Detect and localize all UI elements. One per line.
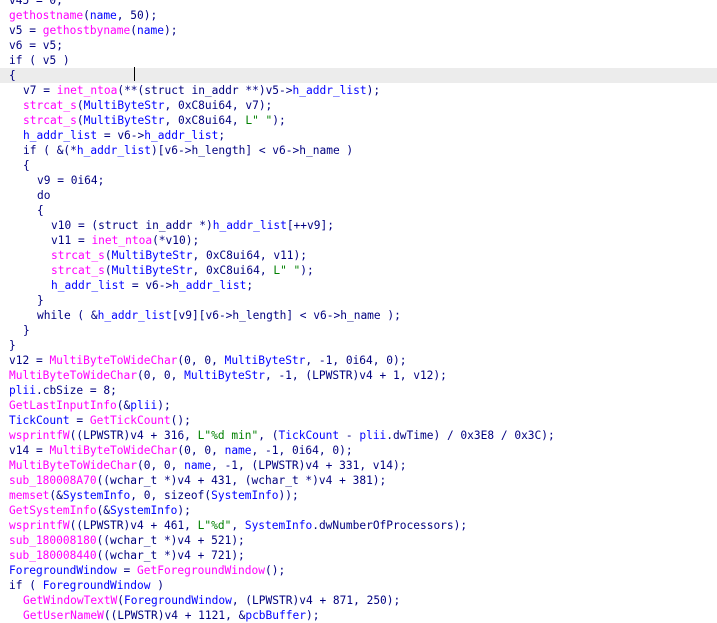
code-line[interactable]: while ( &h_addr_list[v9][v6->h_length] <… bbox=[37, 308, 401, 323]
code-line-text: } bbox=[23, 324, 30, 337]
code-line-text: v6 = v5; bbox=[9, 39, 63, 52]
code-line-text: v7 = inet_ntoa(**(struct in_addr **)v5->… bbox=[23, 84, 381, 97]
code-line-text: v14 = MultiByteToWideChar(0, 0, name, -1… bbox=[9, 444, 353, 457]
code-line-text: if ( ForegroundWindow ) bbox=[9, 579, 164, 592]
code-line-text: { bbox=[37, 204, 44, 217]
code-line-text: sub_180008180((wchar_t *)v4 + 521); bbox=[9, 534, 245, 547]
code-line-text: h_addr_list = v6->h_addr_list; bbox=[51, 279, 254, 292]
code-line-text: v10 = (struct in_addr *)h_addr_list[++v9… bbox=[51, 219, 334, 232]
code-line[interactable]: wsprintfW((LPWSTR)v4 + 316, L"%d min", (… bbox=[9, 428, 555, 443]
code-line-text: h_addr_list = v6->h_addr_list; bbox=[23, 129, 226, 142]
code-line-text: GetLastInputInfo(&plii); bbox=[9, 399, 171, 412]
code-line-text: sub_180008A70((wchar_t *)v4 + 431, (wcha… bbox=[9, 474, 387, 487]
code-line-text: TickCount = GetTickCount(); bbox=[9, 414, 191, 427]
code-line[interactable]: strcat_s(MultiByteStr, 0xC8ui64, v7); bbox=[23, 98, 272, 113]
code-line-text: GetWindowTextW(ForegroundWindow, (LPWSTR… bbox=[23, 594, 401, 607]
code-line[interactable]: memset(&SystemInfo, 0, sizeof(SystemInfo… bbox=[9, 488, 299, 503]
code-line[interactable]: if ( v5 ) bbox=[9, 53, 70, 68]
code-line[interactable]: } bbox=[9, 338, 16, 353]
code-line[interactable]: MultiByteToWideChar(0, 0, MultiByteStr, … bbox=[9, 368, 447, 383]
code-line-text: wsprintfW((LPWSTR)v4 + 316, L"%d min", (… bbox=[9, 429, 555, 442]
code-line-text: plii.cbSize = 8; bbox=[9, 384, 117, 397]
code-line-text: sub_180008440((wchar_t *)v4 + 721); bbox=[9, 549, 245, 562]
code-line-text: GetUserNameW((LPWSTR)v4 + 1121, &pcbBuff… bbox=[23, 609, 320, 622]
code-line-text: GetSystemInfo(&SystemInfo); bbox=[9, 504, 191, 517]
code-line[interactable]: wsprintfW((LPWSTR)v4 + 461, L"%d", Syste… bbox=[9, 518, 467, 533]
code-line[interactable]: plii.cbSize = 8; bbox=[9, 383, 117, 398]
code-line-text: MultiByteToWideChar(0, 0, name, -1, (LPW… bbox=[9, 459, 407, 472]
code-line[interactable]: h_addr_list = v6->h_addr_list; bbox=[51, 278, 253, 293]
code-line[interactable]: strcat_s(MultiByteStr, 0xC8ui64, v11); bbox=[51, 248, 307, 263]
code-line-text: v9 = 0i64; bbox=[37, 174, 105, 187]
code-line[interactable]: sub_180008180((wchar_t *)v4 + 521); bbox=[9, 533, 245, 548]
code-line[interactable]: v6 = v5; bbox=[9, 38, 63, 53]
code-line-text: v5 = gethostbyname(name); bbox=[9, 24, 178, 37]
code-line-text: } bbox=[9, 339, 16, 352]
code-line[interactable]: v12 = MultiByteToWideChar(0, 0, MultiByt… bbox=[9, 353, 406, 368]
code-line[interactable]: } bbox=[23, 323, 30, 338]
code-line[interactable]: strcat_s(MultiByteStr, 0xC8ui64, L" "); bbox=[23, 113, 286, 128]
code-line-text: ForegroundWindow = GetForegroundWindow()… bbox=[9, 564, 286, 577]
code-line-text: strcat_s(MultiByteStr, 0xC8ui64, L" "); bbox=[23, 114, 286, 127]
code-line[interactable]: v9 = 0i64; bbox=[37, 173, 104, 188]
code-line-text: wsprintfW((LPWSTR)v4 + 461, L"%d", Syste… bbox=[9, 519, 468, 532]
code-line[interactable]: { bbox=[0, 68, 717, 83]
code-line[interactable]: v11 = inet_ntoa(*v10); bbox=[51, 233, 199, 248]
code-line-text: strcat_s(MultiByteStr, 0xC8ui64, v7); bbox=[23, 99, 273, 112]
code-line-text: strcat_s(MultiByteStr, 0xC8ui64, L" "); bbox=[51, 264, 314, 277]
code-line-text: v45 = 0; bbox=[9, 0, 63, 7]
code-line[interactable]: v5 = gethostbyname(name); bbox=[9, 23, 177, 38]
code-line[interactable]: sub_180008440((wchar_t *)v4 + 721); bbox=[9, 548, 245, 563]
code-line[interactable]: if ( &(*h_addr_list)[v6->h_length] < v6-… bbox=[23, 143, 353, 158]
code-line[interactable]: v45 = 0; bbox=[9, 0, 63, 8]
code-line[interactable]: { bbox=[37, 203, 44, 218]
code-line[interactable]: sub_180008A70((wchar_t *)v4 + 431, (wcha… bbox=[9, 473, 386, 488]
code-line[interactable]: MultiByteToWideChar(0, 0, name, -1, (LPW… bbox=[9, 458, 407, 473]
code-line[interactable]: v10 = (struct in_addr *)h_addr_list[++v9… bbox=[51, 218, 334, 233]
code-line[interactable]: } bbox=[37, 293, 44, 308]
code-line[interactable]: TickCount = GetTickCount(); bbox=[9, 413, 191, 428]
code-line-text: strcat_s(MultiByteStr, 0xC8ui64, v11); bbox=[51, 249, 308, 262]
code-line[interactable]: strcat_s(MultiByteStr, 0xC8ui64, L" "); bbox=[51, 263, 314, 278]
code-line-text: if ( v5 ) bbox=[9, 54, 70, 67]
code-line-text: if ( &(*h_addr_list)[v6->h_length] < v6-… bbox=[23, 144, 354, 157]
code-line[interactable]: ForegroundWindow = GetForegroundWindow()… bbox=[9, 563, 285, 578]
code-line[interactable]: GetWindowTextW(ForegroundWindow, (LPWSTR… bbox=[23, 593, 400, 608]
code-line[interactable]: gethostname(name, 50); bbox=[9, 8, 157, 23]
code-line-text: memset(&SystemInfo, 0, sizeof(SystemInfo… bbox=[9, 489, 299, 502]
code-line-text: { bbox=[23, 159, 30, 172]
code-line-text: gethostname(name, 50); bbox=[9, 9, 158, 22]
code-line-text: do bbox=[37, 189, 51, 202]
code-line[interactable]: GetLastInputInfo(&plii); bbox=[9, 398, 171, 413]
code-line[interactable]: v7 = inet_ntoa(**(struct in_addr **)v5->… bbox=[23, 83, 380, 98]
code-line[interactable]: if ( ForegroundWindow ) bbox=[9, 578, 164, 593]
code-line[interactable]: v14 = MultiByteToWideChar(0, 0, name, -1… bbox=[9, 443, 353, 458]
code-line-text: } bbox=[37, 294, 44, 307]
code-line[interactable]: GetSystemInfo(&SystemInfo); bbox=[9, 503, 191, 518]
decompiler-view[interactable]: v45 = 0; gethostname(name, 50); v5 = getho… bbox=[0, 0, 717, 622]
code-line-text: v12 = MultiByteToWideChar(0, 0, MultiByt… bbox=[9, 354, 407, 367]
code-line[interactable]: { bbox=[23, 158, 30, 173]
code-line-text: { bbox=[9, 69, 16, 82]
code-line[interactable]: GetUserNameW((LPWSTR)v4 + 1121, &pcbBuff… bbox=[23, 608, 319, 623]
code-line-text: MultiByteToWideChar(0, 0, MultiByteStr, … bbox=[9, 369, 447, 382]
code-line[interactable]: do bbox=[37, 188, 50, 203]
code-line-text: v11 = inet_ntoa(*v10); bbox=[51, 234, 200, 247]
text-caret bbox=[134, 67, 135, 81]
code-line-text: while ( &h_addr_list[v9][v6->h_length] <… bbox=[37, 309, 401, 322]
code-line[interactable]: h_addr_list = v6->h_addr_list; bbox=[23, 128, 225, 143]
